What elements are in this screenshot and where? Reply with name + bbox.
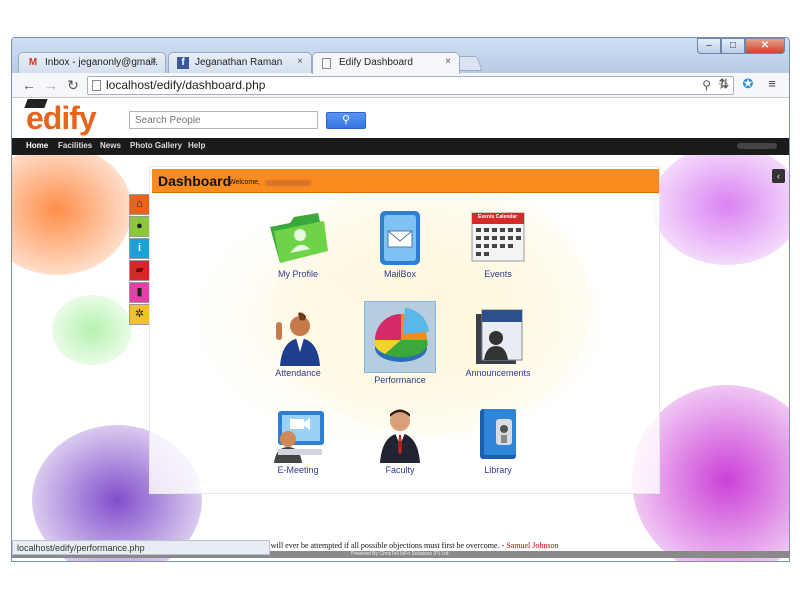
welcome-text: Welcome, bbox=[229, 179, 260, 186]
reload-button[interactable]: ↻ bbox=[64, 76, 82, 94]
calendar-icon: Events Calendar bbox=[466, 209, 530, 267]
faculty-icon bbox=[368, 405, 432, 463]
user-name-blurred bbox=[265, 180, 311, 186]
url-text: localhost/edify/dashboard.php bbox=[106, 78, 266, 92]
tab-facebook[interactable]: f Jeganathan Raman × bbox=[168, 52, 312, 73]
tile-label: E-Meeting bbox=[277, 465, 319, 475]
close-icon[interactable]: × bbox=[445, 56, 451, 67]
tab-gmail[interactable]: M Inbox - jeganonly@gmail. × bbox=[18, 52, 166, 73]
search-button[interactable]: ⚲ bbox=[326, 112, 366, 129]
dashboard-header: Dashboard Welcome, bbox=[152, 169, 659, 193]
pie-chart-icon bbox=[364, 301, 436, 373]
tab-edify-dashboard[interactable]: Edify Dashboard × bbox=[312, 52, 460, 74]
tab-title: Jeganathan Raman bbox=[195, 57, 283, 68]
dashboard-title: Dashboard bbox=[158, 173, 232, 189]
settings-glyph: ✲ bbox=[134, 308, 145, 320]
tile-mailbox[interactable]: MailBox bbox=[355, 209, 445, 279]
nav-news[interactable]: News bbox=[100, 141, 121, 150]
window-controls: – □ ✕ bbox=[697, 38, 785, 54]
tile-label: Announcements bbox=[465, 368, 531, 378]
nav-help[interactable]: Help bbox=[188, 141, 205, 150]
info-icon[interactable]: i bbox=[129, 238, 150, 259]
settings-icon[interactable]: ✲ bbox=[129, 304, 150, 325]
browser-toolbar: ← → ↻ localhost/edify/dashboard.php ⚲ ☆ … bbox=[12, 73, 789, 98]
nav-home[interactable]: Home bbox=[26, 141, 48, 150]
tab-strip: M Inbox - jeganonly@gmail. × f Jeganatha… bbox=[12, 38, 789, 74]
forward-button[interactable]: → bbox=[42, 76, 60, 94]
close-icon[interactable]: × bbox=[151, 56, 157, 67]
translate-icon[interactable]: ⇅ bbox=[715, 76, 733, 92]
site-navbar: Home Facilities News Photo Gallery Help bbox=[12, 138, 789, 155]
tile-label: MailBox bbox=[383, 269, 416, 279]
collapse-panel-button[interactable]: ‹ bbox=[772, 169, 785, 183]
home-glyph: ⌂ bbox=[136, 198, 143, 210]
tile-label: Library bbox=[484, 465, 512, 475]
attendance-icon bbox=[266, 308, 330, 366]
web-page: edify ⚲ Home Facilities News Photo Galle… bbox=[12, 98, 789, 561]
browser-window: M Inbox - jeganonly@gmail. × f Jeganatha… bbox=[11, 37, 790, 562]
gmail-icon: M bbox=[28, 57, 38, 68]
extension-icon[interactable]: ✪ bbox=[739, 76, 757, 92]
folder-glyph: ▰ bbox=[135, 264, 144, 276]
tab-title: Edify Dashboard bbox=[339, 57, 413, 68]
orange-flower-image bbox=[12, 145, 132, 275]
library-icon bbox=[466, 405, 530, 463]
tile-label: Performance bbox=[374, 375, 426, 385]
minimize-button[interactable]: – bbox=[697, 38, 721, 54]
maximize-button[interactable]: □ bbox=[721, 38, 745, 54]
user-name-label bbox=[737, 143, 777, 149]
close-icon[interactable]: × bbox=[297, 56, 303, 67]
violet-flower-image bbox=[652, 145, 789, 265]
folder-user-icon bbox=[266, 209, 330, 267]
chrome-menu-icon[interactable]: ≡ bbox=[763, 76, 781, 91]
announcements-icon bbox=[466, 308, 530, 366]
search-icon: ⚲ bbox=[341, 114, 351, 126]
tile-e-meeting[interactable]: E-Meeting bbox=[253, 405, 343, 475]
tile-attendance[interactable]: Attendance bbox=[253, 308, 343, 378]
home-icon[interactable]: ⌂ bbox=[129, 194, 150, 215]
tile-performance[interactable]: Performance bbox=[353, 301, 447, 385]
user-glyph: ● bbox=[136, 220, 143, 232]
mouse-glyph: ▮ bbox=[136, 286, 143, 298]
e-meeting-icon bbox=[266, 405, 330, 463]
tile-label: Events bbox=[484, 269, 512, 279]
page-icon bbox=[322, 58, 331, 69]
tab-title: Inbox - jeganonly@gmail. bbox=[45, 57, 158, 68]
tile-label: Faculty bbox=[385, 465, 415, 475]
user-icon[interactable]: ● bbox=[129, 216, 150, 237]
site-header: edify ⚲ bbox=[12, 98, 789, 138]
tile-faculty[interactable]: Faculty bbox=[355, 405, 445, 475]
facebook-icon: f bbox=[177, 57, 189, 69]
footer-text: Powered By ChrisTell InFo Solutions (P) … bbox=[351, 551, 450, 557]
status-url: localhost/edify/performance.php bbox=[17, 543, 145, 553]
back-button[interactable]: ← bbox=[20, 76, 38, 94]
calendar-title-text: Events Calendar bbox=[478, 214, 518, 220]
status-bubble: localhost/edify/performance.php bbox=[12, 540, 270, 555]
quote-body: Nothing will ever be attempted if all po… bbox=[242, 541, 507, 550]
mouse-icon[interactable]: ▮ bbox=[129, 282, 150, 303]
tile-announcements[interactable]: Announcements bbox=[453, 308, 543, 378]
dashboard-panel: Dashboard Welcome, My Profile MailBox Ev… bbox=[149, 166, 660, 494]
tile-label: Attendance bbox=[275, 368, 321, 378]
page-icon bbox=[92, 80, 101, 91]
close-window-button[interactable]: ✕ bbox=[745, 38, 785, 54]
search-people-input[interactable] bbox=[129, 111, 318, 129]
quote-author: Samuel Johnson bbox=[506, 541, 559, 550]
mailbox-icon bbox=[368, 209, 432, 267]
edify-logo[interactable]: edify bbox=[26, 100, 97, 137]
tile-label: My Profile bbox=[277, 269, 318, 279]
info-glyph: i bbox=[137, 242, 142, 254]
address-bar[interactable]: localhost/edify/dashboard.php ⚲ ☆ bbox=[87, 76, 734, 95]
nav-photo-gallery[interactable]: Photo Gallery bbox=[130, 141, 182, 150]
tile-events[interactable]: Events Calendar Events bbox=[453, 209, 543, 279]
folder-icon[interactable]: ▰ bbox=[129, 260, 150, 281]
tile-library[interactable]: Library bbox=[453, 405, 543, 475]
tile-my-profile[interactable]: My Profile bbox=[253, 209, 343, 279]
green-flower-image bbox=[52, 295, 132, 365]
nav-facilities[interactable]: Facilities bbox=[58, 141, 92, 150]
zoom-icon[interactable]: ⚲ bbox=[702, 78, 711, 92]
